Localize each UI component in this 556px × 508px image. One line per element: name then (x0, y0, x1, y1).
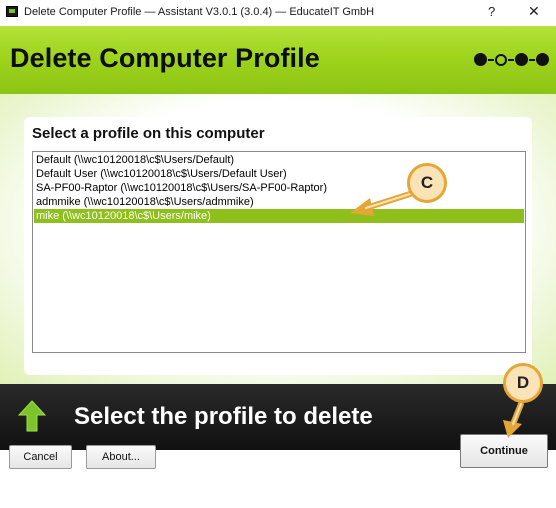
profile-listbox[interactable]: Default (\\wc10120018\c$\Users/Default) … (32, 151, 526, 353)
application-window: Delete Computer Profile — Assistant V3.0… (0, 0, 556, 508)
current-step-dot-icon (495, 53, 507, 66)
step-dot-icon (515, 53, 528, 66)
callout-d-badge: D (503, 363, 543, 403)
list-heading: Select a profile on this computer (32, 125, 265, 142)
list-item-selected[interactable]: mike (\\wc10120018\c$\Users/mike) (34, 209, 524, 223)
cancel-button[interactable]: Cancel (9, 445, 72, 469)
window-title: Delete Computer Profile — Assistant V3.0… (24, 6, 375, 18)
about-button[interactable]: About... (86, 445, 156, 469)
list-item[interactable]: admmike (\\wc10120018\c$\Users/admmike) (34, 195, 524, 209)
step-dot-icon (536, 53, 549, 66)
step-indicator (474, 53, 550, 66)
list-item[interactable]: Default (\\wc10120018\c$\Users/Default) (34, 153, 524, 167)
header-banner: Delete Computer Profile (0, 26, 556, 94)
app-icon (6, 6, 18, 17)
instruction-text: Select the profile to delete (74, 403, 373, 430)
title-bar: Delete Computer Profile — Assistant V3.0… (0, 0, 556, 26)
step-dot-icon (474, 53, 487, 66)
continue-button[interactable]: Continue (460, 434, 548, 468)
up-arrow-icon (17, 400, 47, 432)
close-button[interactable]: ✕ (528, 3, 540, 20)
list-item[interactable]: SA-PF00-Raptor (\\wc10120018\c$\Users/SA… (34, 181, 524, 195)
help-button[interactable]: ? (488, 4, 495, 19)
page-title: Delete Computer Profile (10, 43, 320, 73)
callout-c-badge: C (407, 163, 447, 203)
list-item[interactable]: Default User (\\wc10120018\c$\Users/Defa… (34, 167, 524, 181)
